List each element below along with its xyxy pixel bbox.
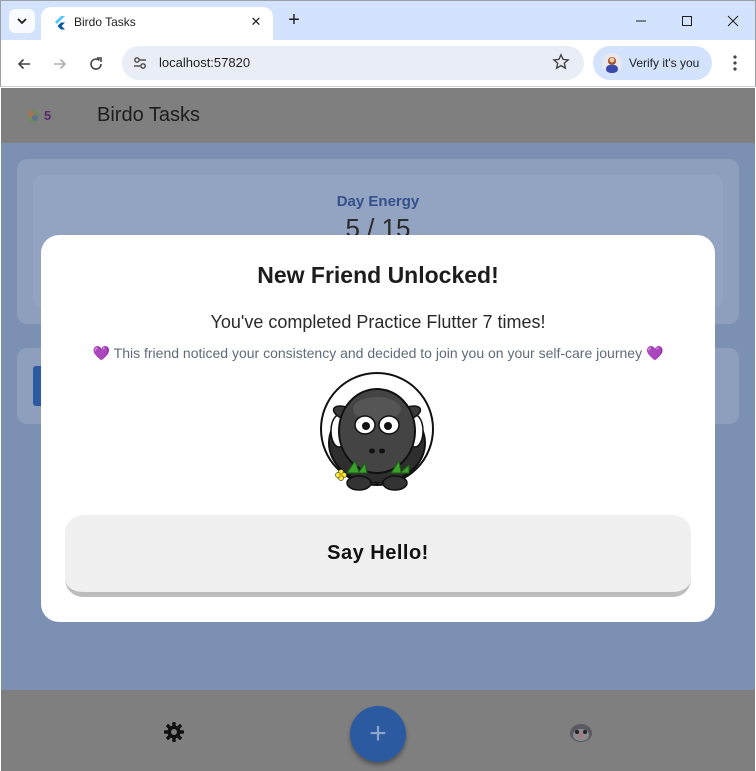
minimize-icon xyxy=(636,20,646,22)
app-viewport: 5 Birdo Tasks Day Energy 5 / 15 + New Fr… xyxy=(1,88,755,771)
dialog-note: 💜 This friend noticed your consistency a… xyxy=(92,345,664,361)
bookmark-star-icon[interactable] xyxy=(552,53,570,71)
sheep-illustration xyxy=(320,372,434,491)
verify-label: Verify it's you xyxy=(629,56,700,70)
browser-menu-button[interactable] xyxy=(723,51,747,75)
back-arrow-icon xyxy=(17,58,30,70)
verify-profile-button[interactable]: Verify it's you xyxy=(593,46,712,80)
tab-search-button[interactable] xyxy=(9,9,35,33)
minimize-button[interactable] xyxy=(626,7,656,35)
close-window-button[interactable] xyxy=(718,7,748,35)
browser-toolbar: localhost:57820 Verify it's you xyxy=(0,40,756,87)
maximize-button[interactable] xyxy=(672,7,702,35)
browser-tab-strip: Birdo Tasks ✕ + xyxy=(0,0,756,41)
dialog-subtitle: You've completed Practice Flutter 7 time… xyxy=(210,312,546,332)
reload-button[interactable] xyxy=(84,52,108,76)
tab-title: Birdo Tasks xyxy=(74,15,136,29)
chevron-down-icon xyxy=(17,18,27,25)
more-vert-icon xyxy=(733,55,737,71)
close-icon xyxy=(727,15,739,27)
dialog-title: New Friend Unlocked! xyxy=(257,262,499,288)
reload-icon xyxy=(90,57,102,70)
profile-avatar xyxy=(602,53,622,73)
site-info-icon xyxy=(134,57,146,69)
forward-button[interactable] xyxy=(48,52,72,76)
back-button[interactable] xyxy=(12,52,36,76)
address-bar[interactable]: localhost:57820 xyxy=(122,46,584,80)
flutter-icon xyxy=(55,16,65,30)
new-tab-button[interactable]: + xyxy=(283,9,305,31)
new-friend-dialog: New Friend Unlocked! You've completed Pr… xyxy=(41,235,715,622)
say-hello-button[interactable]: Say Hello! xyxy=(65,515,691,597)
close-tab-icon[interactable]: ✕ xyxy=(247,13,265,31)
url-text: localhost:57820 xyxy=(159,55,251,70)
forward-arrow-icon xyxy=(54,58,67,70)
browser-tab[interactable]: Birdo Tasks ✕ xyxy=(41,7,273,41)
maximize-icon xyxy=(682,16,692,26)
